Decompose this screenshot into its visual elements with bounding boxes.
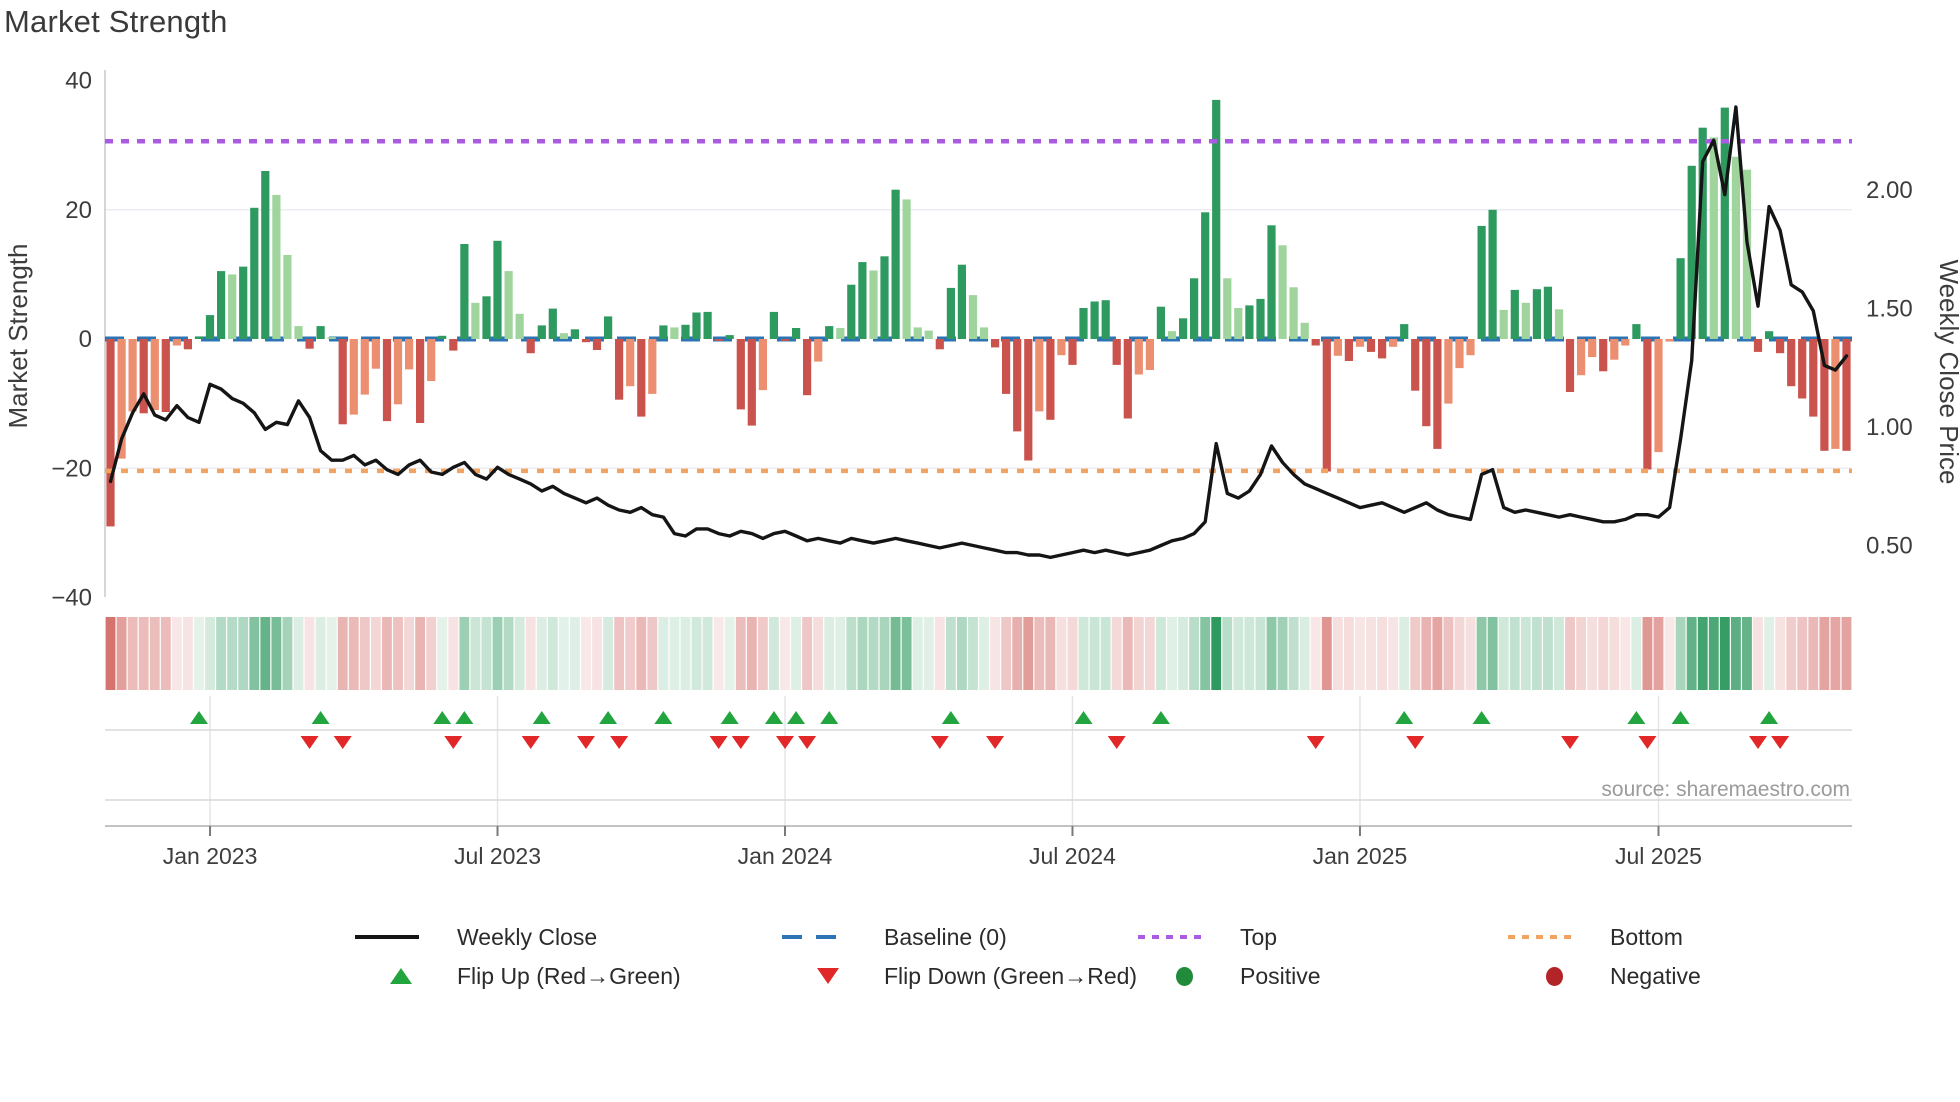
- legend-label: Baseline (0): [884, 923, 1007, 950]
- svg-text:0: 0: [79, 326, 92, 353]
- y-left-axis-title: Market Strength: [3, 244, 33, 429]
- svg-text:Jul 2023: Jul 2023: [454, 843, 541, 869]
- legend-item-baseline: Baseline (0): [782, 922, 1138, 952]
- weekly-close-line-swatch: [355, 935, 419, 939]
- legend-label: Weekly Close: [457, 923, 598, 950]
- legend-label: Positive: [1240, 962, 1321, 989]
- legend-item-flip-down: Flip Down (Green→Red): [782, 961, 1138, 991]
- svg-text:Jul 2025: Jul 2025: [1615, 843, 1702, 869]
- market-strength-chart: Jan 2023 Jul 2023 Jan 2024 Jul 2024 Jan 2025…: [3, 68, 1960, 870]
- top-dotted-swatch: [1138, 935, 1202, 939]
- legend-label: Negative: [1610, 962, 1701, 989]
- svg-text:Jan 2024: Jan 2024: [738, 843, 833, 869]
- svg-text:Jan 2025: Jan 2025: [1313, 843, 1408, 869]
- legend-item-negative: Negative: [1508, 961, 1828, 991]
- weekly-close-line: [108, 105, 1849, 560]
- svg-text:−20: −20: [51, 455, 92, 482]
- grid-layer: [104, 70, 1852, 826]
- source-credit: source: sharemaestro.com: [1601, 778, 1850, 801]
- svg-text:0.50: 0.50: [1866, 533, 1913, 560]
- legend-item-top: Top: [1138, 922, 1508, 952]
- legend-item-flip-up: Flip Up (Red→Green): [355, 961, 782, 991]
- legend-label: Top: [1240, 923, 1278, 950]
- legend-item-bottom: Bottom: [1508, 922, 1828, 952]
- svg-text:1.00: 1.00: [1866, 414, 1913, 441]
- negative-dot-icon: [1545, 966, 1563, 986]
- bottom-dotted-swatch: [1508, 935, 1572, 939]
- positive-dot-icon: [1175, 966, 1193, 986]
- legend-item-weekly-close: Weekly Close: [355, 922, 782, 952]
- svg-text:−40: −40: [51, 585, 92, 612]
- flip-up-triangle-icon: [390, 968, 412, 984]
- heatmap-strip: [105, 617, 1852, 690]
- chart-legend: Weekly Close Baseline (0) Top Bottom Fli…: [355, 922, 1828, 991]
- svg-text:Jan 2023: Jan 2023: [163, 843, 258, 869]
- threshold-lines: [105, 138, 1852, 474]
- legend-item-positive: Positive: [1138, 961, 1508, 991]
- legend-label: Bottom: [1610, 923, 1683, 950]
- legend-label: Flip Up (Red→Green): [457, 962, 681, 989]
- svg-text:40: 40: [65, 68, 92, 95]
- svg-text:20: 20: [65, 197, 92, 224]
- flip-down-triangle-icon: [817, 968, 839, 984]
- svg-text:2.00: 2.00: [1866, 177, 1913, 204]
- svg-text:Jul 2024: Jul 2024: [1029, 843, 1116, 869]
- legend-label: Flip Down (Green→Red): [884, 962, 1138, 989]
- baseline-dash-swatch: [782, 935, 846, 939]
- y-right-axis-title: Weekly Close Price: [1934, 260, 1960, 485]
- svg-text:1.50: 1.50: [1866, 296, 1913, 323]
